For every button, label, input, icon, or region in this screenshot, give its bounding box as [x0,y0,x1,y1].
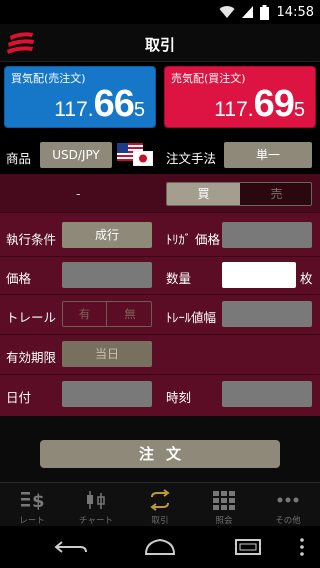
recents-icon[interactable] [228,536,268,558]
yen-rate-icon: $ [21,491,44,511]
svg-text:$: $ [32,491,44,511]
time-label: 時刻 [166,390,192,405]
status-bar: 14:58 [0,0,320,24]
candlestick-chart-icon [87,491,105,509]
battery-icon [259,4,269,20]
ask-price: 117.695 [214,83,305,126]
ask-price-box[interactable]: 売気配(買注文) 117.695 [164,66,316,128]
bid-price-big: 66 [93,83,135,125]
jp-flag-icon [133,151,153,166]
price-input[interactable] [62,262,152,288]
tab-chart-label: チャート [79,516,113,526]
grid-icon [213,491,235,510]
date-input[interactable] [62,381,152,407]
trail-width-label: ﾄﾚｰﾙ値幅 [166,310,217,325]
tab-trade-label: 取引 [151,516,169,526]
bid-price-box[interactable]: 買気配(売注文) 117.665 [4,66,156,128]
order-area: 注文 [0,416,320,482]
qty-unit: 枚 [300,271,313,286]
tab-chart[interactable]: チャート [64,483,128,527]
buy-tab[interactable]: 買 [167,183,240,205]
ask-price-prefix: 117. [214,98,254,121]
quantity-input[interactable] [222,262,296,288]
symbol-row: 商品 USD/JPY 注文手法 単一 [0,138,320,174]
status-icons: 14:58 [219,3,314,21]
tab-trade[interactable]: 取引 [128,483,192,527]
signal-icon [241,6,253,18]
method-label: 注文手法 [166,151,217,166]
ask-price-pip: 5 [293,99,305,121]
exec-label: 執行条件 [6,232,57,247]
overflow-menu-icon[interactable] [292,536,312,558]
tab-rate[interactable]: $ レート [0,483,64,527]
trigger-label: ﾄﾘｶﾞ 価格 [166,232,220,247]
ask-price-big: 69 [253,83,295,125]
sell-tab[interactable]: 売 [240,183,311,205]
page-title: 取引 [144,36,175,54]
method-select[interactable]: 単一 [224,142,312,168]
exec-select[interactable]: 成行 [62,222,152,248]
qty-label: 数量 [166,271,192,286]
trigger-price-input[interactable] [222,222,312,248]
symbol-label: 商品 [6,151,32,166]
back-icon[interactable] [52,536,92,558]
place-order-button[interactable]: 注文 [40,440,280,468]
trail-yes-option[interactable]: 有 [63,302,107,326]
bid-price-prefix: 117. [54,98,94,121]
more-dots-icon [277,497,299,503]
bottom-tab-bar: $ レート チャート 取引 照会 その他 [0,482,320,526]
time-input[interactable] [222,381,312,407]
price-label: 価格 [6,271,32,286]
tab-rate-label: レート [19,516,45,526]
home-icon[interactable] [140,536,180,558]
trail-toggle: 有 無 [62,301,152,327]
date-label: 日付 [6,390,32,405]
symbol-select[interactable]: USD/JPY [40,142,112,168]
trail-width-input[interactable] [222,301,312,327]
status-time: 14:58 [276,4,314,20]
trail-no-option[interactable]: 無 [108,302,151,326]
bid-price: 117.665 [54,83,145,126]
side-dash: - [76,186,81,201]
order-form-panel: - 買 売 執行条件 成行 ﾄﾘｶﾞ 価格 価格 数量 枚 トレール 有 無 ﾄ… [0,174,320,416]
bid-price-pip: 5 [133,99,145,121]
buy-sell-toggle: 買 売 [166,182,312,206]
exchange-arrows-icon [150,489,170,511]
trail-label: トレール [6,310,57,325]
tab-inquiry[interactable]: 照会 [192,483,256,527]
wifi-icon [219,6,235,19]
tab-other-label: その他 [275,516,301,526]
system-nav-bar [0,526,320,568]
tab-inquiry-label: 照会 [215,516,233,526]
tab-other[interactable]: その他 [256,483,320,527]
price-panel: 買気配(売注文) 117.665 売気配(買注文) 117.695 [0,62,320,134]
expiry-select[interactable]: 当日 [62,341,152,367]
app-header: 取引 [0,24,320,62]
expiry-label: 有効期限 [6,350,57,365]
